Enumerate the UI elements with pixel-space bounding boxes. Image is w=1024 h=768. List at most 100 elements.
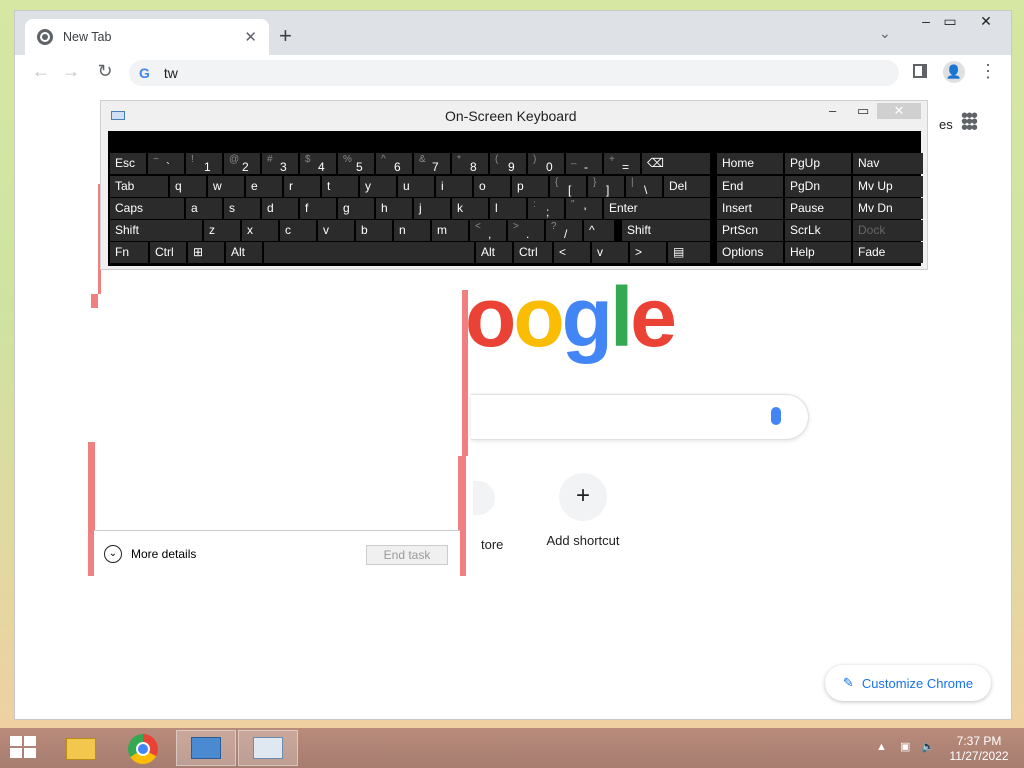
osk-key[interactable]: Nav: [853, 153, 923, 174]
omnibox[interactable]: G tw: [129, 60, 899, 86]
clock[interactable]: 7:37 PM 11/27/2022: [940, 734, 1018, 764]
osk-key[interactable]: ? /: [546, 220, 582, 241]
start-button[interactable]: [10, 736, 38, 760]
osk-key[interactable]: ! 1: [186, 153, 222, 174]
osk-key[interactable]: e: [246, 176, 282, 197]
osk-key[interactable]: ^: [584, 220, 614, 241]
back-button[interactable]: ←: [29, 61, 53, 82]
omnibox-text[interactable]: tw: [164, 65, 178, 81]
osk-key[interactable]: @2: [224, 153, 260, 174]
osk-maximize-button[interactable]: ▭: [857, 103, 869, 119]
osk-key[interactable]: u: [398, 176, 434, 197]
osk-key[interactable]: PgUp: [785, 153, 851, 174]
osk-key[interactable]: Mv Up: [853, 176, 923, 197]
osk-key[interactable]: d: [262, 198, 298, 219]
file-explorer-taskbar-button[interactable]: [52, 730, 112, 766]
osk-key[interactable]: % 5: [338, 153, 374, 174]
osk-key[interactable]: | \: [626, 176, 662, 197]
images-link[interactable]: es: [939, 117, 953, 132]
apps-grid-icon[interactable]: ••• ••• •••: [961, 106, 978, 138]
osk-key[interactable]: k: [452, 198, 488, 219]
osk-key[interactable]: [264, 242, 474, 263]
osk-key[interactable]: n: [394, 220, 430, 241]
osk-key[interactable]: ~ `: [148, 153, 184, 174]
osk-title-bar[interactable]: On-Screen Keyboard – ▭ ✕: [101, 101, 927, 131]
osk-key[interactable]: End: [717, 176, 783, 197]
osk-key[interactable]: }]: [588, 176, 624, 197]
shortcut-store-label[interactable]: tore: [481, 537, 503, 552]
new-tab-button[interactable]: +: [279, 23, 292, 49]
osk-key[interactable]: * 8: [452, 153, 488, 174]
osk-key[interactable]: Shift: [622, 220, 710, 241]
profile-icon[interactable]: 👤: [943, 61, 965, 83]
osk-key[interactable]: >: [630, 242, 666, 263]
maximize-button[interactable]: ▭: [935, 13, 965, 30]
chrome-menu-icon[interactable]: ⋮: [979, 61, 997, 82]
osk-key[interactable]: <,: [470, 220, 506, 241]
chrome-taskbar-button[interactable]: [114, 730, 174, 766]
osk-key[interactable]: v: [318, 220, 354, 241]
tray-overflow-icon[interactable]: ▲ ▣ 🔈: [876, 740, 935, 753]
osk-key[interactable]: l: [490, 198, 526, 219]
osk-key[interactable]: Enter: [604, 198, 710, 219]
network-icon[interactable]: ▣: [900, 741, 910, 753]
osk-key[interactable]: Alt: [476, 242, 512, 263]
osk-key[interactable]: Insert: [717, 198, 783, 219]
osk-key[interactable]: ScrLk: [785, 220, 851, 241]
osk-key[interactable]: + =: [604, 153, 640, 174]
osk-key[interactable]: {[: [550, 176, 586, 197]
add-shortcut-button[interactable]: + Add shortcut: [545, 473, 621, 548]
osk-key[interactable]: & 7: [414, 153, 450, 174]
osk-key[interactable]: PrtScn: [717, 220, 783, 241]
osk-key[interactable]: Ctrl: [150, 242, 186, 263]
osk-key[interactable]: p: [512, 176, 548, 197]
osk-key[interactable]: :;: [528, 198, 564, 219]
volume-icon[interactable]: 🔈: [921, 741, 935, 753]
tab-close-icon[interactable]: ✕: [244, 28, 257, 46]
search-box[interactable]: [471, 394, 809, 440]
osk-key[interactable]: a: [186, 198, 222, 219]
osk-key[interactable]: Options: [717, 242, 783, 263]
osk-key[interactable]: t: [322, 176, 358, 197]
osk-key[interactable]: o: [474, 176, 510, 197]
osk-key[interactable]: Help: [785, 242, 851, 263]
osk-key[interactable]: f: [300, 198, 336, 219]
osk-key[interactable]: Dock: [853, 220, 923, 241]
osk-close-button[interactable]: ✕: [877, 103, 921, 119]
osk-key[interactable]: ⊞: [188, 242, 224, 263]
osk-taskbar-button[interactable]: [176, 730, 236, 766]
osk-key[interactable]: Pause: [785, 198, 851, 219]
osk-key[interactable]: w: [208, 176, 244, 197]
task-manager-taskbar-button[interactable]: [238, 730, 298, 766]
osk-key[interactable]: Ctrl: [514, 242, 552, 263]
osk-key[interactable]: #3: [262, 153, 298, 174]
osk-key[interactable]: i: [436, 176, 472, 197]
osk-key[interactable]: h: [376, 198, 412, 219]
osk-key[interactable]: Home: [717, 153, 783, 174]
tab-search-icon[interactable]: ⌄: [879, 25, 891, 42]
osk-key[interactable]: x: [242, 220, 278, 241]
osk-key[interactable]: >.: [508, 220, 544, 241]
osk-key[interactable]: ^ 6: [376, 153, 412, 174]
osk-key[interactable]: Alt: [226, 242, 262, 263]
customize-chrome-button[interactable]: ✎ Customize Chrome: [825, 665, 991, 701]
osk-key[interactable]: ▤: [668, 242, 710, 263]
close-window-button[interactable]: ✕: [971, 13, 1001, 30]
osk-key[interactable]: r: [284, 176, 320, 197]
reload-button[interactable]: ↻: [93, 61, 117, 82]
osk-key[interactable]: g: [338, 198, 374, 219]
osk-key[interactable]: Mv Dn: [853, 198, 923, 219]
end-task-button[interactable]: End task: [366, 545, 448, 565]
osk-key[interactable]: q: [170, 176, 206, 197]
side-panel-icon[interactable]: [913, 64, 927, 78]
microphone-icon[interactable]: [771, 407, 781, 425]
osk-key[interactable]: $4: [300, 153, 336, 174]
osk-key[interactable]: v: [592, 242, 628, 263]
more-details-button[interactable]: ⌄ More details: [104, 545, 196, 563]
osk-key[interactable]: Fade: [853, 242, 923, 263]
forward-button[interactable]: →: [59, 61, 83, 82]
osk-key[interactable]: Del: [664, 176, 710, 197]
osk-key[interactable]: Tab: [110, 176, 168, 197]
osk-key[interactable]: Caps: [110, 198, 184, 219]
osk-key[interactable]: c: [280, 220, 316, 241]
